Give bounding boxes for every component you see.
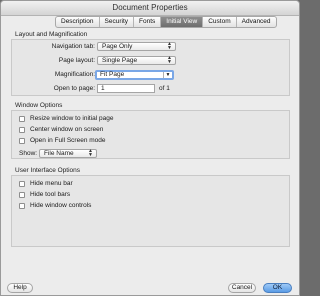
magnification-combo[interactable]: Fit Page ▼ — [95, 70, 174, 80]
fullscreen-checkbox[interactable] — [19, 137, 25, 144]
open-to-page-field[interactable]: 1 — [97, 84, 155, 93]
show-popup[interactable]: File Name ▲ ▼ — [39, 149, 97, 158]
show-label: Show: — [19, 150, 38, 157]
page-count-text: of 1 — [159, 85, 170, 92]
magnification-value: Fit Page — [100, 71, 125, 78]
chevron-down-icon[interactable]: ▼ — [163, 72, 172, 78]
ui-section-title: User Interface Options — [15, 167, 81, 174]
tab-custom[interactable]: Custom — [203, 17, 237, 27]
popup-arrows-icon: ▲ ▼ — [167, 41, 172, 51]
fullscreen-option[interactable]: Open in Full Screen mode — [19, 136, 106, 145]
page-layout-popup[interactable]: Single Page ▲ ▼ — [97, 56, 176, 65]
window-title: Document Properties — [112, 3, 188, 12]
hide-menu-checkbox[interactable] — [19, 180, 25, 187]
show-value: File Name — [44, 150, 74, 157]
hide-tool-checkbox[interactable] — [19, 191, 25, 198]
center-window-label: Center window on screen — [30, 126, 104, 133]
resize-window-option[interactable]: Resize window to initial page — [19, 114, 113, 123]
center-window-option[interactable]: Center window on screen — [19, 125, 103, 134]
navigation-tab-label: Navigation tab: — [51, 43, 95, 50]
ok-button[interactable]: OK — [263, 283, 292, 293]
hide-window-controls-option[interactable]: Hide window controls — [19, 201, 91, 210]
tab-description[interactable]: Description — [56, 17, 100, 27]
resize-window-label: Resize window to initial page — [30, 115, 114, 122]
tab-advanced[interactable]: Advanced — [237, 17, 276, 27]
window-section-title: Window Options — [15, 102, 63, 109]
layout-section-title: Layout and Magnification — [15, 31, 88, 38]
magnification-label: Magnification: — [54, 71, 95, 78]
fullscreen-label: Open in Full Screen mode — [30, 137, 106, 144]
open-to-page-label: Open to page: — [53, 85, 95, 92]
hide-menu-option[interactable]: Hide menu bar — [19, 179, 73, 188]
navigation-tab-value: Page Only — [102, 43, 133, 50]
hide-tool-label: Hide tool bars — [30, 191, 71, 198]
hide-tool-option[interactable]: Hide tool bars — [19, 190, 70, 199]
navigation-tab-popup[interactable]: Page Only ▲ ▼ — [97, 42, 176, 51]
page-layout-label: Page layout: — [58, 57, 95, 64]
tab-bar: Description Security Fonts Initial View … — [55, 16, 277, 28]
cancel-button[interactable]: Cancel — [228, 283, 256, 293]
tab-initial-view[interactable]: Initial View — [161, 17, 204, 27]
tab-fonts[interactable]: Fonts — [134, 17, 162, 27]
popup-arrows-icon: ▲ ▼ — [167, 55, 172, 65]
help-button[interactable]: Help — [7, 283, 33, 293]
hide-menu-label: Hide menu bar — [30, 180, 73, 187]
page-layout-value: Single Page — [102, 57, 138, 64]
document-properties-dialog: Document Properties Description Security… — [0, 0, 300, 296]
hide-window-controls-label: Hide window controls — [30, 202, 92, 209]
resize-window-checkbox[interactable] — [19, 115, 25, 122]
popup-arrows-icon: ▲ ▼ — [88, 148, 93, 158]
hide-window-controls-checkbox[interactable] — [19, 202, 25, 209]
center-window-checkbox[interactable] — [19, 126, 25, 133]
tab-security[interactable]: Security — [100, 17, 134, 27]
title-bar[interactable]: Document Properties — [1, 1, 299, 16]
